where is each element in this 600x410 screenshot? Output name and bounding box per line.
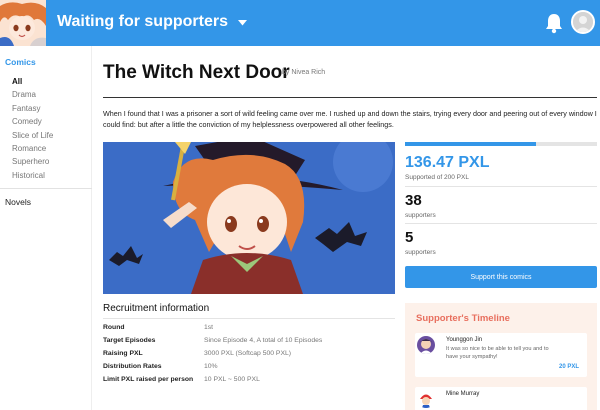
project-status-dropdown[interactable]: Waiting for supporters — [57, 13, 248, 31]
supporter-name: Younggon Jin — [446, 337, 483, 343]
caret-down-icon — [238, 13, 248, 31]
app-logo[interactable] — [0, 0, 46, 46]
title-divider — [103, 97, 597, 98]
sidebar-divider — [0, 188, 92, 189]
comic-description: When I found that I was a prisoner a sor… — [103, 109, 597, 129]
recent-supporters-count: 5 — [405, 229, 414, 246]
funding-goal-text: Supported of 200 PXL — [405, 174, 469, 181]
recruitment-value: 10% — [204, 363, 218, 370]
supporter-timeline: Supporter's Timeline Younggon Jin It was… — [405, 303, 597, 410]
funding-progress-bar — [405, 142, 597, 146]
sidebar-item-fantasy[interactable]: Fantasy — [12, 102, 53, 115]
recruitment-divider — [103, 318, 395, 319]
support-button[interactable]: Support this comics — [405, 266, 597, 288]
user-avatar[interactable] — [571, 10, 595, 34]
recruitment-value: 3000 PXL (Softcap 500 PXL) — [204, 350, 292, 357]
supporter-avatar — [417, 336, 435, 354]
stat-divider — [405, 186, 597, 187]
notification-bell-icon[interactable] — [544, 12, 564, 34]
recruitment-label: Target Episodes — [103, 337, 156, 344]
supporters-count: 38 — [405, 192, 422, 209]
sidebar-item-drama[interactable]: Drama — [12, 88, 53, 101]
timeline-entry: Younggon Jin It was so nice to be able t… — [415, 333, 587, 377]
sidebar-item-historical[interactable]: Historical — [12, 169, 53, 182]
header-title: Waiting for supporters — [57, 13, 228, 31]
comic-cover-image[interactable] — [103, 142, 395, 294]
recruitment-value: 1st — [204, 324, 214, 331]
recruitment-value: Since Episode 4, A total of 10 Episodes — [204, 337, 323, 344]
comic-author: by Nivea Rich — [282, 69, 326, 76]
timeline-entry: Mine Murray — [415, 387, 587, 410]
funding-amount: 136.47 PXL — [405, 154, 490, 171]
supporter-name: Mine Murray — [446, 391, 480, 397]
supporter-avatar — [417, 390, 435, 408]
sidebar-item-romance[interactable]: Romance — [12, 142, 53, 155]
sidebar-item-comedy[interactable]: Comedy — [12, 115, 53, 128]
funding-progress-fill — [405, 142, 536, 146]
sidebar-item-superhero[interactable]: Superhero — [12, 155, 53, 168]
genre-list: All Drama Fantasy Comedy Slice of Life R… — [12, 75, 53, 182]
recent-supporters-label: supporters — [405, 249, 436, 256]
recruitment-value: 10 PXL ~ 500 PXL — [204, 376, 260, 383]
comic-title: The Witch Next Door — [103, 62, 290, 83]
supporter-message: It was so nice to be able to tell you an… — [446, 346, 549, 360]
recruitment-title: Recruitment information — [103, 303, 210, 314]
timeline-title: Supporter's Timeline — [416, 313, 510, 324]
supporters-label: supporters — [405, 212, 436, 219]
sidebar: Comics All Drama Fantasy Comedy Slice of… — [0, 46, 92, 410]
recruitment-label: Limit PXL raised per person — [103, 376, 194, 383]
sidebar-item-all[interactable]: All — [12, 75, 53, 88]
sidebar-novels-link[interactable]: Novels — [5, 197, 31, 207]
sidebar-item-slice-of-life[interactable]: Slice of Life — [12, 129, 53, 142]
supporter-amount: 20 PXL — [558, 364, 579, 370]
recruitment-label: Raising PXL — [103, 350, 143, 357]
recruitment-label: Distribution Rates — [103, 363, 162, 370]
sidebar-comics-link[interactable]: Comics — [5, 57, 36, 67]
recruitment-label: Round — [103, 324, 125, 331]
top-bar: Waiting for supporters — [0, 0, 600, 46]
stat-divider — [405, 223, 597, 224]
